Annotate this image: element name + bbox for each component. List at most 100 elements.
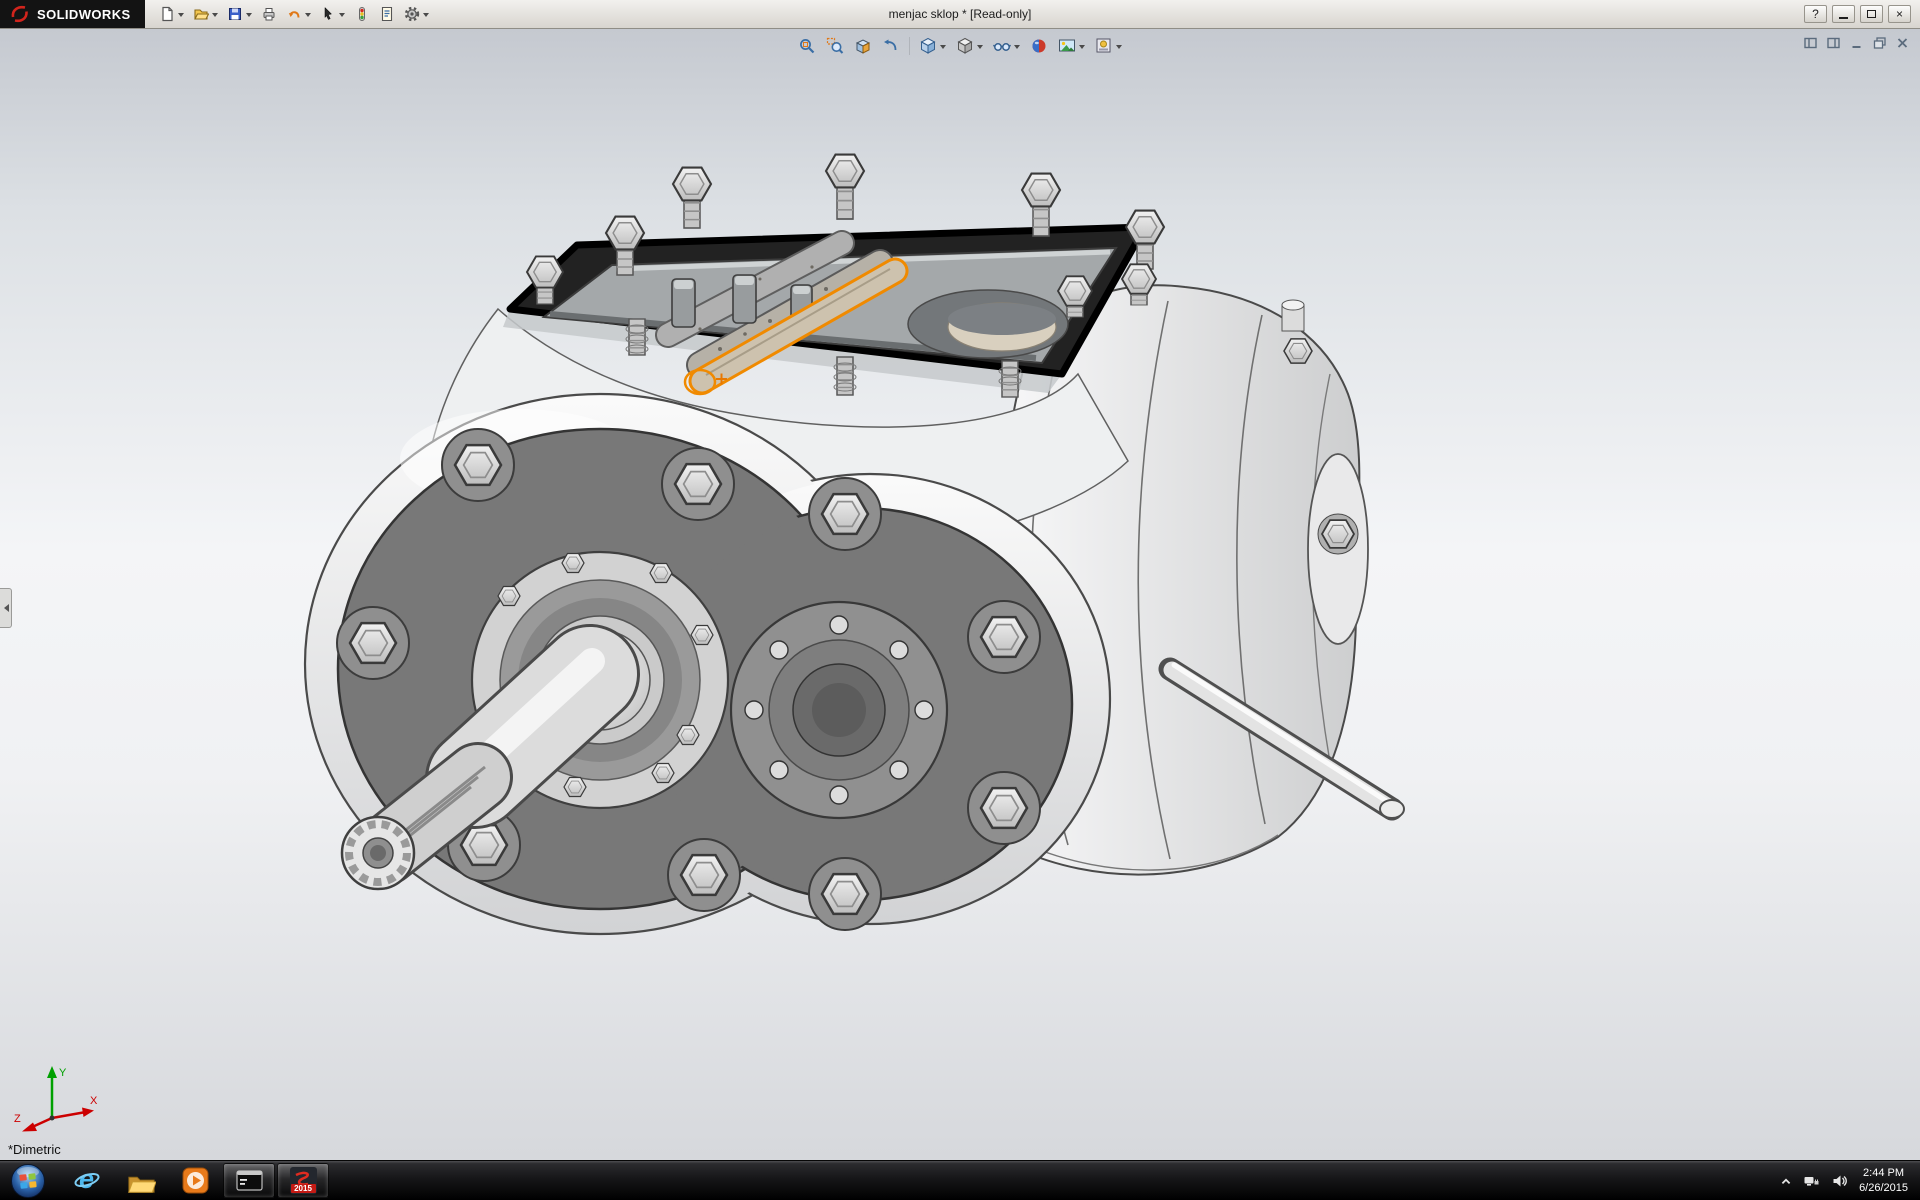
dropdown-caret[interactable] (212, 13, 218, 20)
maximize-button[interactable] (1860, 5, 1883, 23)
graphics-area[interactable]: Y X Z *Dimetric (0, 29, 1920, 1160)
hidden-icons-chevron[interactable] (1780, 1176, 1792, 1186)
app-name: SOLIDWORKS (37, 7, 131, 22)
close-button[interactable]: × (1888, 5, 1911, 23)
view-orientation-button[interactable] (915, 34, 950, 58)
toolbar-separator (909, 37, 910, 55)
media-player-button[interactable] (169, 1163, 221, 1198)
windows-taskbar: e (0, 1160, 1920, 1200)
rebuild-button[interactable] (350, 2, 374, 27)
view-settings-icon (1095, 37, 1113, 55)
triad-z-label: Z (14, 1113, 21, 1125)
edit-appearance-button[interactable] (1026, 34, 1052, 58)
solidworks-logo: SOLIDWORKS (0, 0, 145, 28)
dropdown-caret[interactable] (1116, 45, 1122, 52)
help-button[interactable]: ? (1804, 5, 1827, 23)
volume-icon[interactable] (1831, 1173, 1848, 1189)
dropdown-caret[interactable] (305, 13, 311, 20)
zoom-to-fit-button[interactable] (794, 34, 820, 58)
zoom-to-area-icon (826, 37, 844, 55)
apply-scene-button[interactable] (1054, 34, 1089, 58)
triad-y-label: Y (59, 1067, 67, 1079)
featuremanager-collapse-tab[interactable] (0, 588, 12, 628)
title-bar: SOLIDWORKS (0, 0, 1920, 29)
select-cursor-icon (320, 6, 336, 22)
dropdown-caret[interactable] (1014, 45, 1020, 52)
doc-minimize-icon[interactable] (1848, 35, 1864, 50)
undo-arrow-icon (286, 6, 302, 22)
solidworks-window: SOLIDWORKS (0, 0, 1920, 1200)
doc-restore-icon[interactable] (1871, 35, 1887, 50)
file-properties-button[interactable] (375, 2, 399, 27)
new-document-icon (159, 6, 175, 22)
folder-icon (126, 1168, 156, 1194)
main-toolbar (155, 2, 433, 27)
media-player-icon (182, 1167, 209, 1194)
dropdown-caret[interactable] (178, 13, 184, 20)
zoom-to-fit-icon (798, 37, 816, 55)
previous-view-button[interactable] (878, 34, 904, 58)
dropdown-caret[interactable] (1079, 45, 1085, 52)
solidworks-version-badge: 2015 (291, 1184, 316, 1193)
appearance-sphere-icon (1030, 37, 1048, 55)
triad-x-label: X (90, 1095, 98, 1107)
rebuild-stoplight-icon (354, 6, 370, 22)
solidworks-2015-button[interactable]: 2015 (277, 1163, 329, 1198)
internet-explorer-icon: e (73, 1167, 101, 1195)
options-gear-icon (404, 6, 420, 22)
command-prompt-button[interactable] (223, 1163, 275, 1198)
dropdown-caret[interactable] (246, 13, 252, 20)
gearbox-3d-model[interactable] (0, 29, 1920, 1160)
zoom-to-area-button[interactable] (822, 34, 848, 58)
top-cover-opening[interactable] (510, 227, 1145, 394)
new-button[interactable] (155, 2, 188, 27)
document-window-controls (1802, 35, 1910, 50)
hide-show-items-button[interactable] (989, 34, 1024, 58)
maximize-icon (1867, 10, 1876, 18)
select-button[interactable] (316, 2, 349, 27)
orientation-triad[interactable]: Y X Z (12, 1056, 104, 1134)
view-orientation-label: *Dimetric (8, 1142, 61, 1157)
system-tray: 2:44 PM 6/26/2015 (1780, 1161, 1920, 1200)
printer-icon (261, 6, 277, 22)
headsup-view-toolbar (794, 34, 1126, 58)
minimize-icon (1839, 10, 1848, 19)
output-bearing-cover[interactable] (731, 602, 947, 818)
display-style-button[interactable] (952, 34, 987, 58)
options-button[interactable] (400, 2, 433, 27)
save-button[interactable] (223, 2, 256, 27)
open-button[interactable] (189, 2, 222, 27)
minimize-button[interactable] (1832, 5, 1855, 23)
document-title: menjac sklop * [Read-only] (889, 7, 1032, 21)
window-controls: ? × (1804, 5, 1920, 23)
apply-scene-icon (1058, 37, 1076, 55)
tray-clock[interactable]: 2:44 PM 6/26/2015 (1859, 1166, 1908, 1196)
clock-time: 2:44 PM (1859, 1166, 1908, 1181)
command-prompt-icon (236, 1167, 263, 1194)
dropdown-caret[interactable] (339, 13, 345, 20)
chevron-left-icon (0, 604, 9, 612)
section-view-button[interactable] (850, 34, 876, 58)
windows-start-orb-icon (10, 1163, 46, 1199)
dropdown-caret[interactable] (423, 13, 429, 20)
network-icon[interactable] (1803, 1173, 1820, 1189)
view-settings-button[interactable] (1091, 34, 1126, 58)
display-style-cube-icon (956, 37, 974, 55)
clock-date: 6/26/2015 (1859, 1181, 1908, 1196)
doc-close-icon[interactable] (1894, 35, 1910, 50)
dropdown-caret[interactable] (977, 45, 983, 52)
viewport-pane-right-icon[interactable] (1825, 35, 1841, 50)
view-orientation-cube-icon (919, 37, 937, 55)
print-button[interactable] (257, 2, 281, 27)
previous-view-icon (882, 37, 900, 55)
open-folder-icon (193, 6, 209, 22)
start-button[interactable] (0, 1161, 56, 1200)
dropdown-caret[interactable] (940, 45, 946, 52)
taskbar-app-icons: e (60, 1161, 330, 1200)
solidworks-logo-icon (10, 4, 30, 24)
file-properties-icon (379, 6, 395, 22)
viewport-pane-left-icon[interactable] (1802, 35, 1818, 50)
undo-button[interactable] (282, 2, 315, 27)
internet-explorer-button[interactable]: e (61, 1163, 113, 1198)
windows-explorer-button[interactable] (115, 1163, 167, 1198)
